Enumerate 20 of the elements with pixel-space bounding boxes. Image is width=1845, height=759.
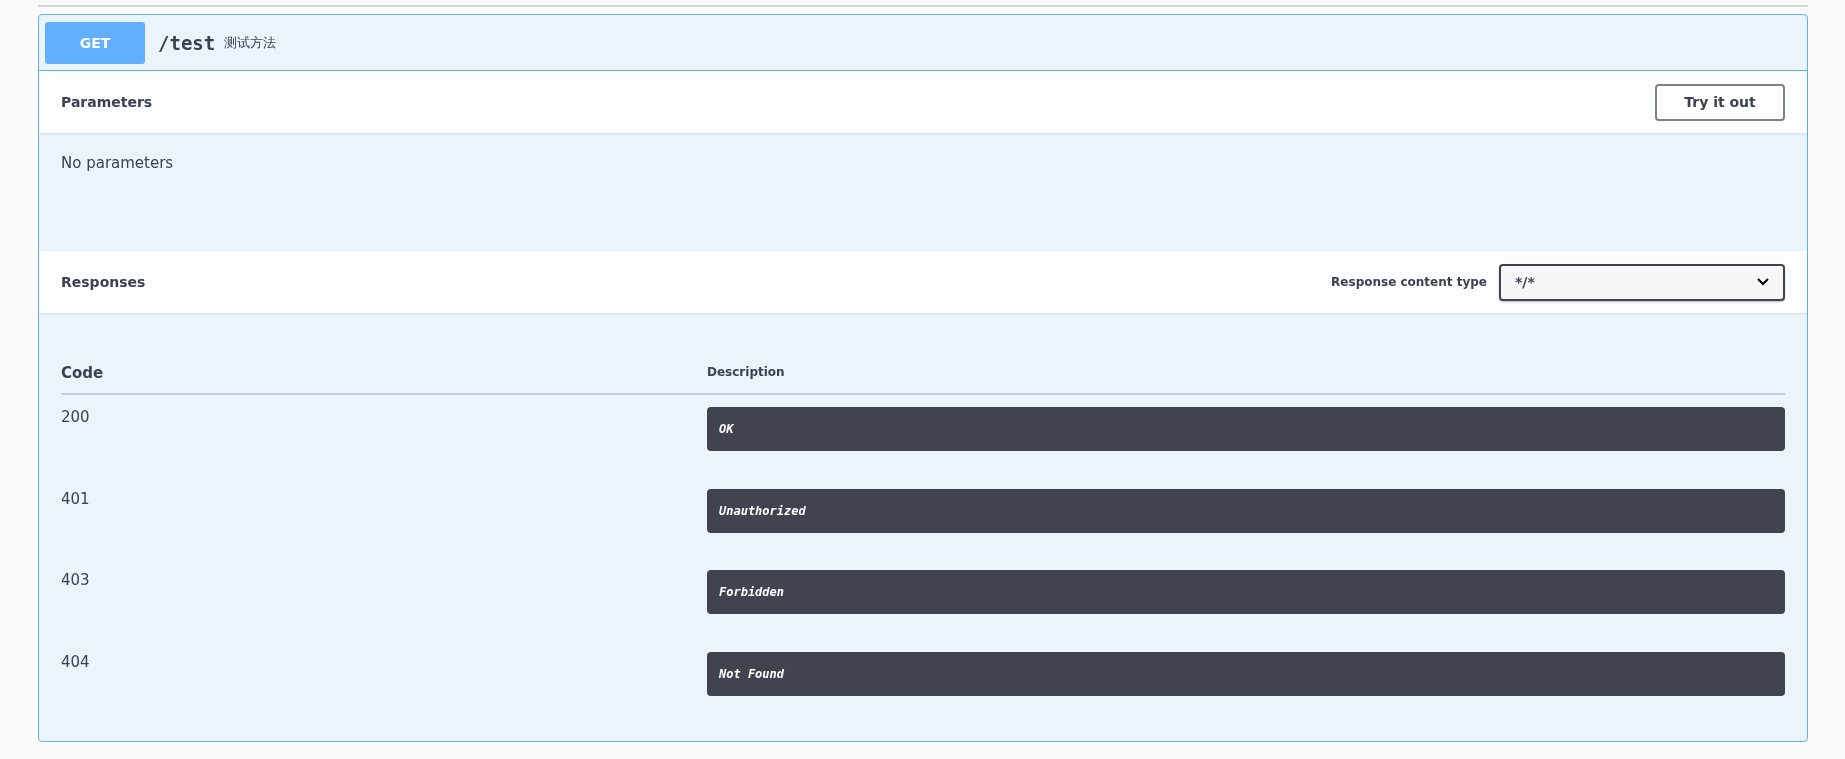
- content-type-label: Response content type: [1331, 275, 1487, 289]
- response-code: 403: [61, 571, 90, 589]
- try-it-out-button[interactable]: Try it out: [1655, 83, 1785, 121]
- response-description: Not Found: [707, 651, 1785, 696]
- method-badge: GET: [45, 21, 145, 64]
- operation-summary: 测试方法: [224, 33, 277, 52]
- response-description: Unauthorized: [707, 488, 1785, 533]
- column-header: Code: [61, 363, 104, 382]
- response-description: OK: [707, 407, 1785, 451]
- response-code: 200: [61, 408, 90, 426]
- endpoint-path: /test: [158, 31, 216, 54]
- parameters-title: Parameters: [61, 94, 153, 110]
- chevron-down-icon: [1757, 278, 1769, 286]
- content-type-dropdown[interactable]: */*: [1499, 263, 1785, 301]
- no-parameters-text: No parameters: [61, 154, 174, 172]
- response-code: 404: [61, 652, 90, 671]
- response-code: 401: [61, 489, 90, 508]
- column-header: Description: [707, 365, 785, 379]
- response-description: Forbidden: [707, 570, 1785, 614]
- responses-title: Responses: [61, 274, 146, 290]
